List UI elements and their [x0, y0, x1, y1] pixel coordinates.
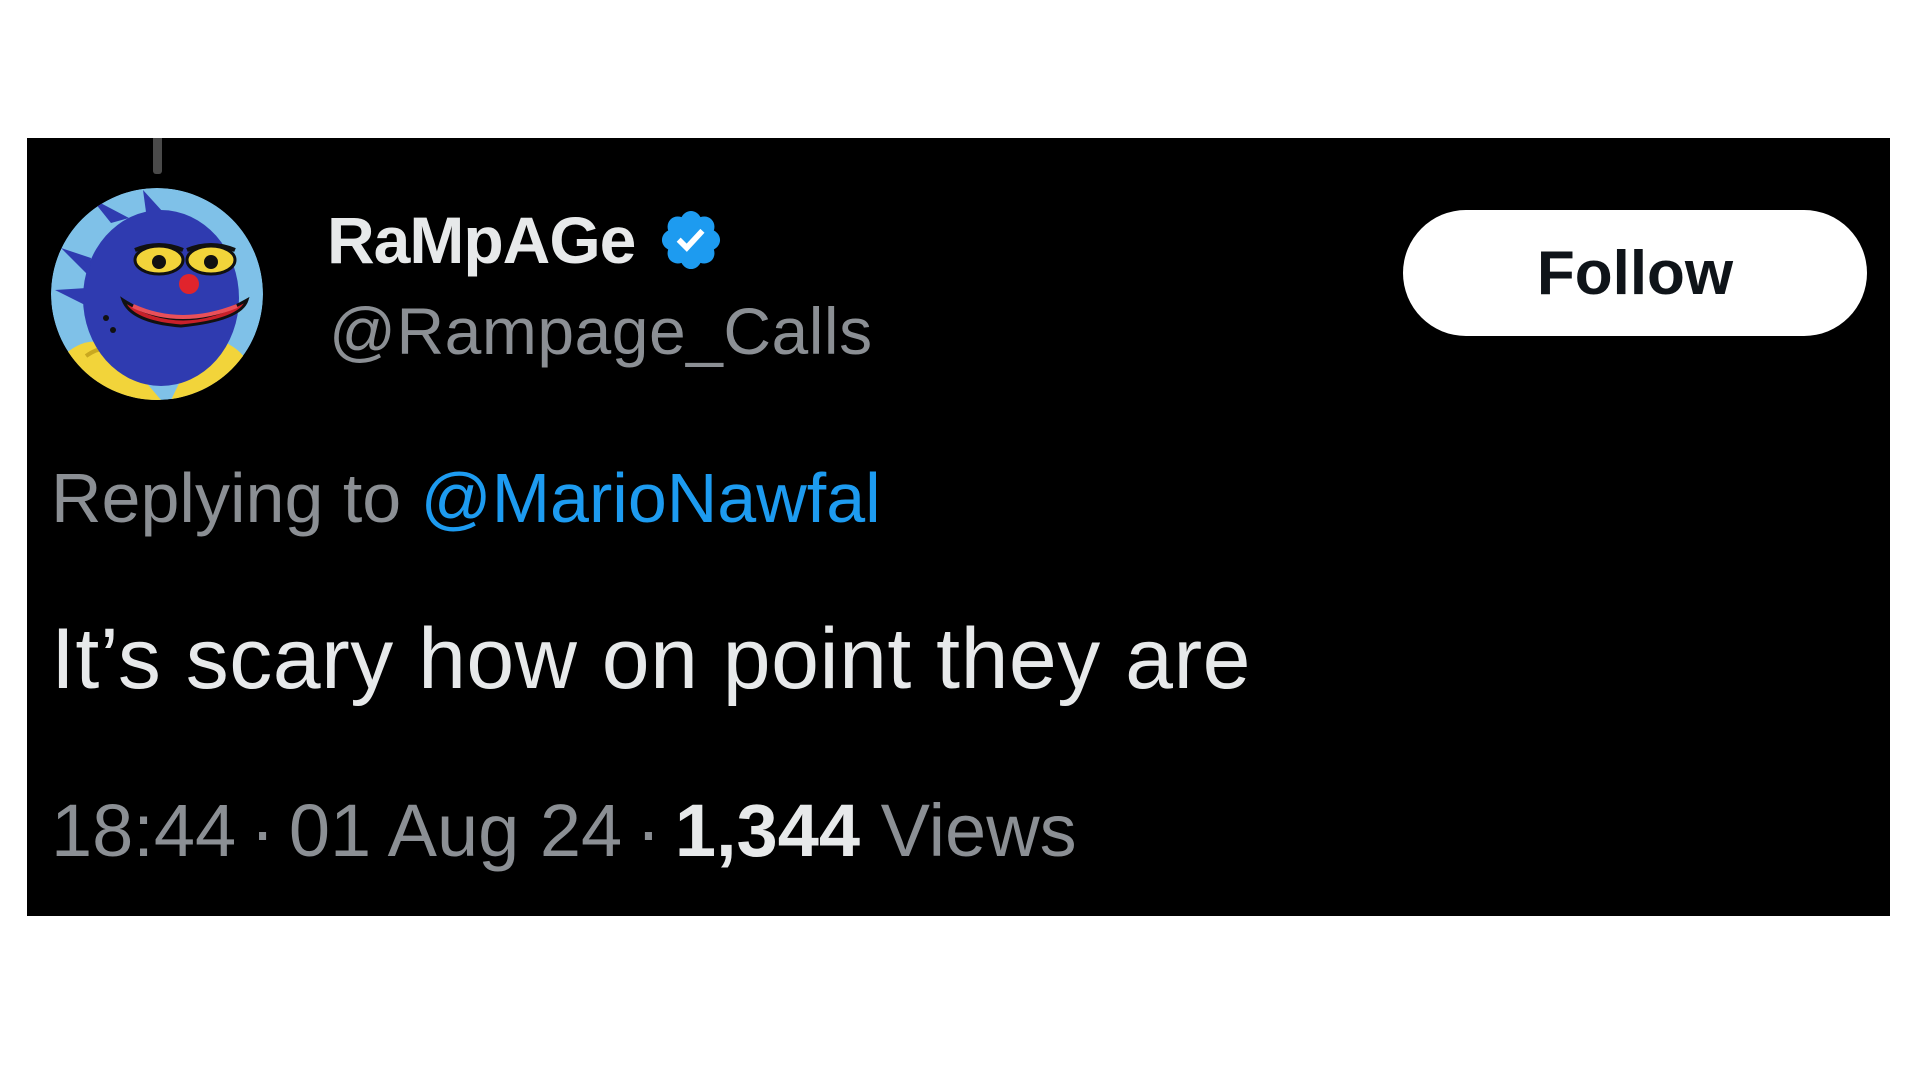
- author-display-name[interactable]: RaMpAGe: [327, 202, 636, 278]
- blue-frog-avatar-icon: [51, 188, 263, 400]
- tweet-card: RaMpAGe @Rampage_Calls Follow Replying t…: [27, 138, 1890, 916]
- tweet-meta: 18:44 · 01 Aug 24 · 1,344 Views: [51, 788, 1077, 873]
- verified-badge-icon[interactable]: [657, 206, 725, 274]
- follow-button[interactable]: Follow: [1403, 210, 1867, 336]
- author-handle[interactable]: @Rampage_Calls: [329, 293, 873, 369]
- meta-separator: ·: [636, 789, 661, 872]
- author-name-row[interactable]: RaMpAGe: [327, 200, 725, 280]
- replying-to-line: Replying to @MarioNawfal: [51, 458, 881, 538]
- views-label: Views: [880, 789, 1077, 872]
- replying-to-prefix: Replying to: [51, 459, 421, 537]
- tweet-date[interactable]: 01 Aug 24: [289, 789, 622, 872]
- thread-connector-line: [153, 138, 162, 174]
- tweet-time[interactable]: 18:44: [51, 789, 236, 872]
- replying-to-handle-link[interactable]: @MarioNawfal: [421, 459, 881, 537]
- views-count: 1,344: [674, 789, 861, 872]
- meta-separator: ·: [250, 789, 275, 872]
- avatar[interactable]: [51, 188, 263, 400]
- tweet-text: It’s scary how on point they are: [51, 611, 1251, 707]
